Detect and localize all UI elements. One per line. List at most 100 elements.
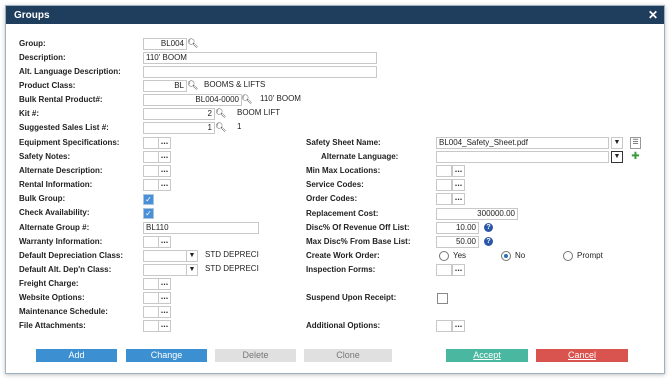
title-bar: Groups ✕ [6, 6, 664, 24]
file-attachments-more-icon[interactable]: ... [158, 320, 171, 332]
default-depreciation-class-description: STD DEPRECI [205, 250, 259, 259]
service-codes-label: Service Codes: [306, 180, 364, 189]
bulk-rental-product-description: 110' BOOM [260, 94, 301, 103]
group-search-icon[interactable]: 🔍︎ [187, 38, 198, 49]
create-work-order-label: Create Work Order: [306, 251, 380, 260]
delete-button[interactable]: Delete [215, 349, 296, 362]
max-disc-from-base-input[interactable]: 50.00 [436, 236, 479, 248]
safety-notes-input[interactable] [143, 151, 159, 163]
product-class-input[interactable]: BL [143, 80, 187, 92]
alternate-description-input[interactable] [143, 165, 159, 177]
radio-prompt-label: Prompt [577, 251, 603, 260]
suggested-sales-list-search-icon[interactable]: 🔍︎ [215, 122, 226, 133]
disc-off-revenue-input[interactable]: 10.00 [436, 222, 479, 234]
max-disc-from-base-label: Max Disc% From Base List: [306, 237, 411, 246]
check-availability-checkbox[interactable]: ✓ [143, 208, 154, 219]
equipment-specifications-more-icon[interactable]: ... [158, 137, 171, 149]
alternate-language-select[interactable] [436, 151, 609, 163]
suspend-upon-receipt-checkbox[interactable] [437, 293, 448, 304]
alt-language-description-input[interactable] [143, 66, 377, 78]
alt-language-description-label: Alt. Language Description: [19, 67, 121, 76]
clone-button[interactable]: Clone [304, 349, 392, 362]
freight-charge-input[interactable] [143, 278, 159, 290]
website-options-more-icon[interactable]: ... [158, 292, 171, 304]
replacement-cost-label: Replacement Cost: [306, 209, 379, 218]
description-input[interactable]: 110' BOOM [143, 52, 377, 64]
groups-dialog: Groups ✕ Group: BL004 🔍︎ Description: 11… [5, 5, 665, 374]
radio-yes[interactable] [439, 251, 449, 261]
window-title: Groups [14, 10, 50, 21]
help-icon[interactable]: ? [484, 223, 493, 232]
additional-options-more-icon[interactable]: ... [452, 320, 465, 332]
inspection-forms-label: Inspection Forms: [306, 265, 376, 274]
alternate-description-label: Alternate Description: [19, 166, 103, 175]
radio-prompt[interactable] [563, 251, 573, 261]
default-alt-depn-class-select[interactable] [143, 264, 187, 276]
equipment-specifications-input[interactable] [143, 137, 159, 149]
website-options-label: Website Options: [19, 293, 85, 302]
additional-options-input[interactable] [436, 320, 452, 332]
bulk-group-checkbox[interactable]: ✓ [143, 194, 154, 205]
bulk-rental-product-label: Bulk Rental Product#: [19, 95, 103, 104]
safety-sheet-name-chevron-down-icon[interactable]: ▼ [611, 137, 623, 149]
help-icon[interactable]: ? [484, 237, 493, 246]
default-depreciation-class-label: Default Depreciation Class: [19, 251, 124, 260]
warranty-information-more-icon[interactable]: ... [158, 236, 171, 248]
file-attachments-input[interactable] [143, 320, 159, 332]
website-options-input[interactable] [143, 292, 159, 304]
bulk-rental-product-input[interactable]: BL004-0000 [143, 94, 242, 106]
warranty-information-input[interactable] [143, 236, 159, 248]
service-codes-input[interactable] [436, 179, 452, 191]
suggested-sales-list-label: Suggested Sales List #: [19, 123, 109, 132]
order-codes-input[interactable] [436, 193, 452, 205]
min-max-locations-label: Min Max Locations: [306, 166, 381, 175]
radio-no[interactable] [501, 251, 511, 261]
order-codes-more-icon[interactable]: ... [452, 193, 465, 205]
add-button[interactable]: Add [36, 349, 117, 362]
default-alt-depn-class-description: STD DEPRECI [205, 264, 259, 273]
maintenance-schedule-input[interactable] [143, 306, 159, 318]
alternate-language-label: Alternate Language: [321, 152, 399, 161]
radio-no-label: No [515, 251, 526, 260]
min-max-locations-more-icon[interactable]: ... [452, 165, 465, 177]
alternate-language-chevron-down-icon[interactable]: ▼ [611, 151, 623, 163]
default-depreciation-class-chevron-down-icon[interactable]: ▼ [186, 250, 198, 262]
alternate-description-more-icon[interactable]: ... [158, 165, 171, 177]
description-label: Description: [19, 53, 66, 62]
kit-search-icon[interactable]: 🔍︎ [215, 108, 226, 119]
safety-sheet-name-select[interactable]: BL004_Safety_Sheet.pdf [436, 137, 609, 149]
close-icon[interactable]: ✕ [648, 8, 658, 22]
file-attachments-label: File Attachments: [19, 321, 86, 330]
add-language-icon[interactable]: ✚ [630, 151, 641, 162]
default-alt-depn-class-label: Default Alt. Dep'n Class: [19, 265, 112, 274]
equipment-specifications-label: Equipment Specifications: [19, 138, 120, 147]
document-list-icon[interactable]: ☰ [630, 137, 641, 149]
group-label: Group: [19, 39, 46, 48]
rental-information-input[interactable] [143, 179, 159, 191]
replacement-cost-input[interactable]: 300000.00 [436, 208, 518, 220]
bulk-rental-product-search-icon[interactable]: 🔍︎ [241, 94, 252, 105]
safety-notes-more-icon[interactable]: ... [158, 151, 171, 163]
alternate-group-input[interactable]: BL110 [143, 222, 259, 234]
default-alt-depn-class-chevron-down-icon[interactable]: ▼ [186, 264, 198, 276]
order-codes-label: Order Codes: [306, 194, 358, 203]
change-button[interactable]: Change [126, 349, 207, 362]
cancel-button[interactable]: Cancel [536, 349, 628, 362]
min-max-locations-input[interactable] [436, 165, 452, 177]
inspection-forms-input[interactable] [436, 264, 452, 276]
check-availability-label: Check Availability: [19, 208, 90, 217]
product-class-search-icon[interactable]: 🔍︎ [187, 80, 198, 91]
accept-button[interactable]: Accept [446, 349, 528, 362]
kit-input[interactable]: 2 [143, 108, 215, 120]
default-depreciation-class-select[interactable] [143, 250, 187, 262]
additional-options-label: Additional Options: [306, 321, 381, 330]
group-input[interactable]: BL004 [143, 38, 187, 50]
suspend-upon-receipt-label: Suspend Upon Receipt: [306, 293, 397, 302]
maintenance-schedule-more-icon[interactable]: ... [158, 306, 171, 318]
suggested-sales-list-input[interactable]: 1 [143, 122, 215, 134]
freight-charge-more-icon[interactable]: ... [158, 278, 171, 290]
inspection-forms-more-icon[interactable]: ... [452, 264, 465, 276]
service-codes-more-icon[interactable]: ... [452, 179, 465, 191]
rental-information-more-icon[interactable]: ... [158, 179, 171, 191]
alternate-group-label: Alternate Group #: [19, 223, 90, 232]
